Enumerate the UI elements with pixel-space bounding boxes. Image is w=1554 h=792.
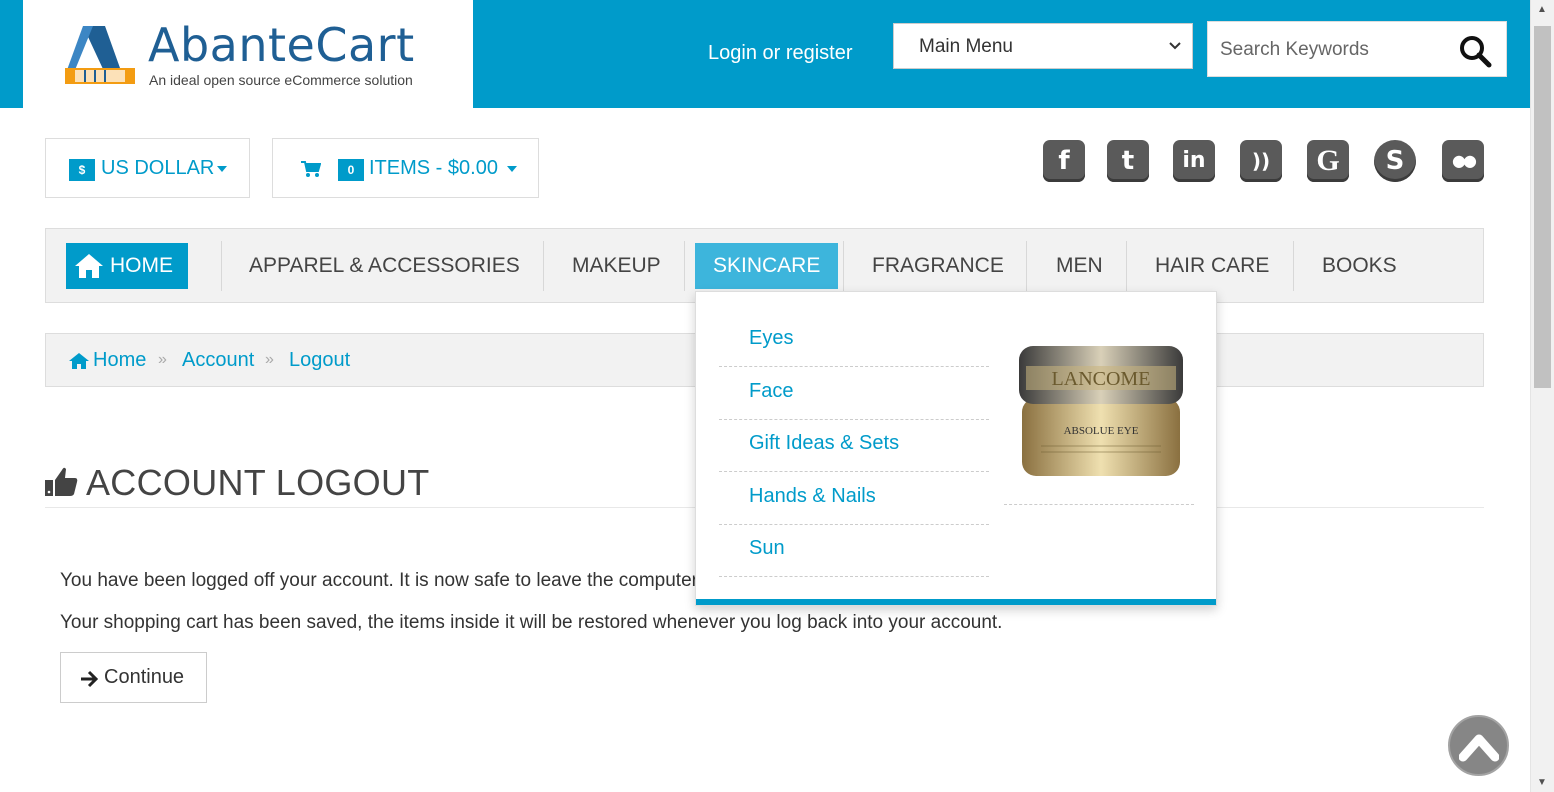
caret-down-icon [217,165,228,172]
skincare-dropdown-menu: Eyes Face Gift Ideas & Sets Hands & Nail… [695,291,1217,606]
caret-down-icon [506,165,517,172]
product-name: ABSOLUE EYE [1064,425,1139,437]
back-to-top-button[interactable] [1448,715,1509,776]
rss-icon[interactable]: )) [1240,140,1282,182]
home-icon [69,353,89,369]
nav-divider [1026,241,1027,291]
facebook-icon[interactable]: f [1043,140,1085,182]
nav-hair-care[interactable]: HAIR CARE [1155,243,1269,289]
cart-label: ITEMS - $0.00 [369,157,517,180]
currency-symbol-badge: $ [69,159,95,181]
logout-message: You have been logged off your account. I… [60,570,703,591]
chevron-up-icon [1459,734,1499,762]
scroll-thumb[interactable] [1534,26,1551,388]
main-menu-select[interactable]: Main Menu [893,23,1193,69]
scroll-down-arrow-icon[interactable]: ▼ [1537,777,1547,788]
dropdown-accent-bar [696,599,1216,605]
twitter-icon[interactable]: t [1107,140,1149,182]
nav-divider [543,241,544,291]
google-icon[interactable]: G [1307,140,1349,182]
nav-makeup[interactable]: MAKEUP [572,243,661,289]
thumbs-up-icon [45,467,78,496]
cart-saved-message: Your shopping cart has been saved, the i… [60,612,1003,633]
logo[interactable]: AbanteCart An ideal open source eCommerc… [23,0,473,108]
dropdown-item-gift-ideas-sets[interactable]: Gift Ideas & Sets [719,419,989,472]
linkedin-icon[interactable]: in [1173,140,1215,182]
flickr-icon[interactable]: ●● [1442,140,1484,182]
main-menu-value: Main Menu [919,36,1013,57]
chevron-down-icon [1169,42,1181,50]
currency-selector[interactable]: $ US DOLLAR [45,138,250,198]
cart-dropdown[interactable]: 0 ITEMS - $0.00 [272,138,539,198]
logo-name: AbanteCart [148,18,415,72]
top-header: AbanteCart An ideal open source eCommerc… [0,0,1530,108]
nav-divider [843,241,844,291]
continue-button[interactable]: Continue [60,652,207,703]
nav-divider [1126,241,1127,291]
dropdown-item-eyes[interactable]: Eyes [719,314,989,367]
nav-divider [221,241,222,291]
logo-icon [65,26,135,84]
search-input[interactable] [1220,36,1450,64]
product-image[interactable]: LANCOME ABSOLUE EYE [1016,338,1186,483]
dropdown-item-sun[interactable]: Sun [719,524,989,577]
nav-divider [684,241,685,291]
breadcrumb-logout[interactable]: Logout [289,349,350,372]
cart-icon [301,161,321,177]
dropdown-image-divider [1004,504,1194,505]
home-icon [75,254,103,278]
search-box [1207,21,1507,77]
breadcrumb-home[interactable]: Home [93,349,146,372]
search-icon[interactable] [1458,34,1492,68]
nav-skincare[interactable]: SKINCARE [695,243,839,289]
dropdown-item-face[interactable]: Face [719,367,989,420]
breadcrumb-separator-icon: » [158,351,167,368]
page-scrollbar[interactable]: ▲ ▼ [1530,0,1554,792]
breadcrumb-account[interactable]: Account [182,349,254,372]
breadcrumb-separator-icon: » [265,351,274,368]
login-register-link[interactable]: Login or register [708,42,853,65]
page-title: ACCOUNT LOGOUT [86,462,430,503]
arrow-right-icon [81,670,98,688]
product-brand: LANCOME [1052,368,1151,390]
currency-label: US DOLLAR [101,157,228,180]
nav-books[interactable]: BOOKS [1322,243,1397,289]
nav-apparel-accessories[interactable]: APPAREL & ACCESSORIES [249,243,520,289]
dropdown-item-hands-nails[interactable]: Hands & Nails [719,472,989,525]
skype-icon[interactable]: S [1374,140,1416,182]
cart-count-badge: 0 [338,159,364,181]
logo-tagline: An ideal open source eCommerce solution [149,72,413,88]
nav-home[interactable]: HOME [66,243,188,289]
nav-fragrance[interactable]: FRAGRANCE [872,243,1004,289]
continue-label: Continue [104,666,185,688]
scroll-up-arrow-icon[interactable]: ▲ [1537,4,1547,15]
nav-men[interactable]: MEN [1056,243,1103,289]
nav-divider [1293,241,1294,291]
